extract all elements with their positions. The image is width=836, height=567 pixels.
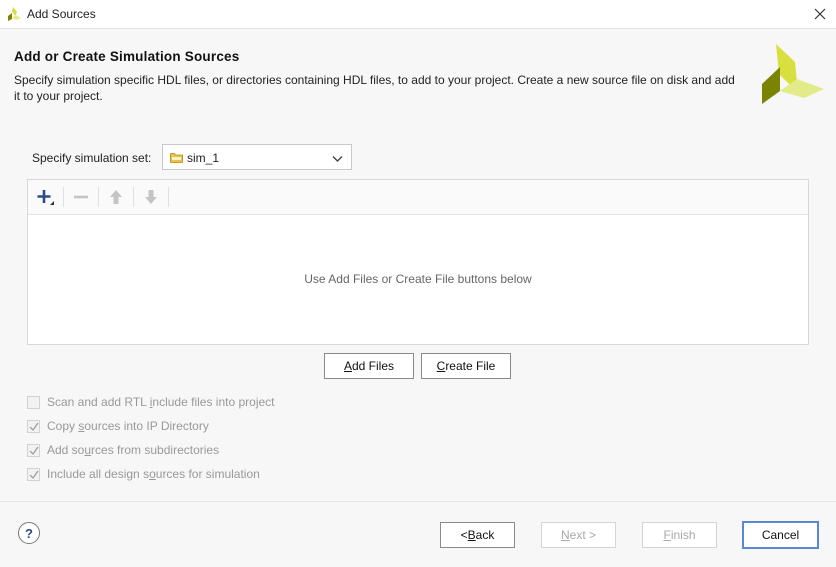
- back-button[interactable]: < Back: [440, 522, 515, 548]
- option-label: Include all design sources for simulatio…: [47, 467, 260, 481]
- option-include-design-sources[interactable]: Include all design sources for simulatio…: [27, 466, 260, 482]
- help-icon: ?: [25, 525, 33, 541]
- move-up-button[interactable]: [104, 186, 128, 208]
- vivado-logo-icon: [6, 6, 22, 25]
- create-file-button[interactable]: Create File: [421, 353, 511, 379]
- minus-icon: [74, 195, 88, 199]
- add-files-button[interactable]: Add Files: [324, 353, 414, 379]
- option-scan-rtl-include[interactable]: Scan and add RTL include files into proj…: [27, 394, 275, 410]
- folder-icon: [170, 152, 183, 166]
- toolbar-separator: [168, 187, 169, 207]
- checkmark-icon: [29, 470, 38, 479]
- title-bar: Add Sources: [0, 0, 836, 29]
- page-description: Specify simulation specific HDL files, o…: [14, 73, 735, 103]
- checkbox[interactable]: [27, 467, 40, 481]
- finish-button[interactable]: Finish: [642, 522, 717, 548]
- button-label: Cancel: [761, 528, 800, 542]
- add-source-button[interactable]: [34, 186, 58, 208]
- button-label: dd Files: [351, 359, 395, 373]
- checkbox[interactable]: [27, 419, 40, 433]
- file-list-toolbar: [28, 180, 808, 215]
- mnemonic: A: [343, 359, 352, 373]
- mnemonic: N: [560, 528, 570, 542]
- simulation-set-value: sim_1: [187, 151, 220, 165]
- option-label: Add sources from subdirectories: [47, 443, 220, 457]
- source-file-list[interactable]: Use Add Files or Create File buttons bel…: [27, 179, 809, 345]
- mnemonic: B: [467, 528, 476, 542]
- toolbar-separator: [63, 187, 64, 207]
- next-button[interactable]: Next >: [541, 522, 616, 548]
- simulation-set-dropdown[interactable]: sim_1: [162, 144, 352, 170]
- mnemonic: C: [436, 359, 446, 373]
- mnemonic: F: [663, 528, 671, 542]
- button-label: inish: [670, 528, 696, 542]
- button-label: reate File: [445, 359, 496, 373]
- option-label: Scan and add RTL include files into proj…: [47, 395, 275, 409]
- checkmark-icon: [29, 446, 38, 455]
- simulation-set-label: Specify simulation set:: [32, 151, 152, 165]
- chevron-down-icon: [332, 152, 343, 166]
- footer-divider: [0, 501, 836, 502]
- remove-source-button[interactable]: [69, 186, 93, 208]
- move-down-button[interactable]: [139, 186, 163, 208]
- cancel-button[interactable]: Cancel: [742, 521, 819, 549]
- page-title: Add or Create Simulation Sources: [14, 49, 240, 64]
- arrow-up-icon: [110, 190, 122, 204]
- toolbar-separator: [98, 187, 99, 207]
- help-button[interactable]: ?: [18, 522, 40, 544]
- checkmark-icon: [29, 422, 38, 431]
- close-icon[interactable]: [810, 4, 830, 24]
- toolbar-separator: [133, 187, 134, 207]
- window-title: Add Sources: [27, 7, 96, 21]
- plus-icon: [37, 190, 54, 205]
- vivado-logo-large-icon: [758, 40, 826, 111]
- option-label: Copy sources into IP Directory: [47, 419, 209, 433]
- button-label: <: [460, 528, 468, 542]
- empty-list-message: Use Add Files or Create File buttons bel…: [304, 272, 532, 286]
- button-label: ext >: [569, 528, 597, 542]
- arrow-down-icon: [145, 190, 157, 204]
- checkbox[interactable]: [27, 443, 40, 457]
- option-add-subdirectories[interactable]: Add sources from subdirectories: [27, 442, 219, 458]
- option-copy-sources[interactable]: Copy sources into IP Directory: [27, 418, 209, 434]
- checkbox[interactable]: [27, 395, 40, 409]
- button-label: ack: [475, 528, 495, 542]
